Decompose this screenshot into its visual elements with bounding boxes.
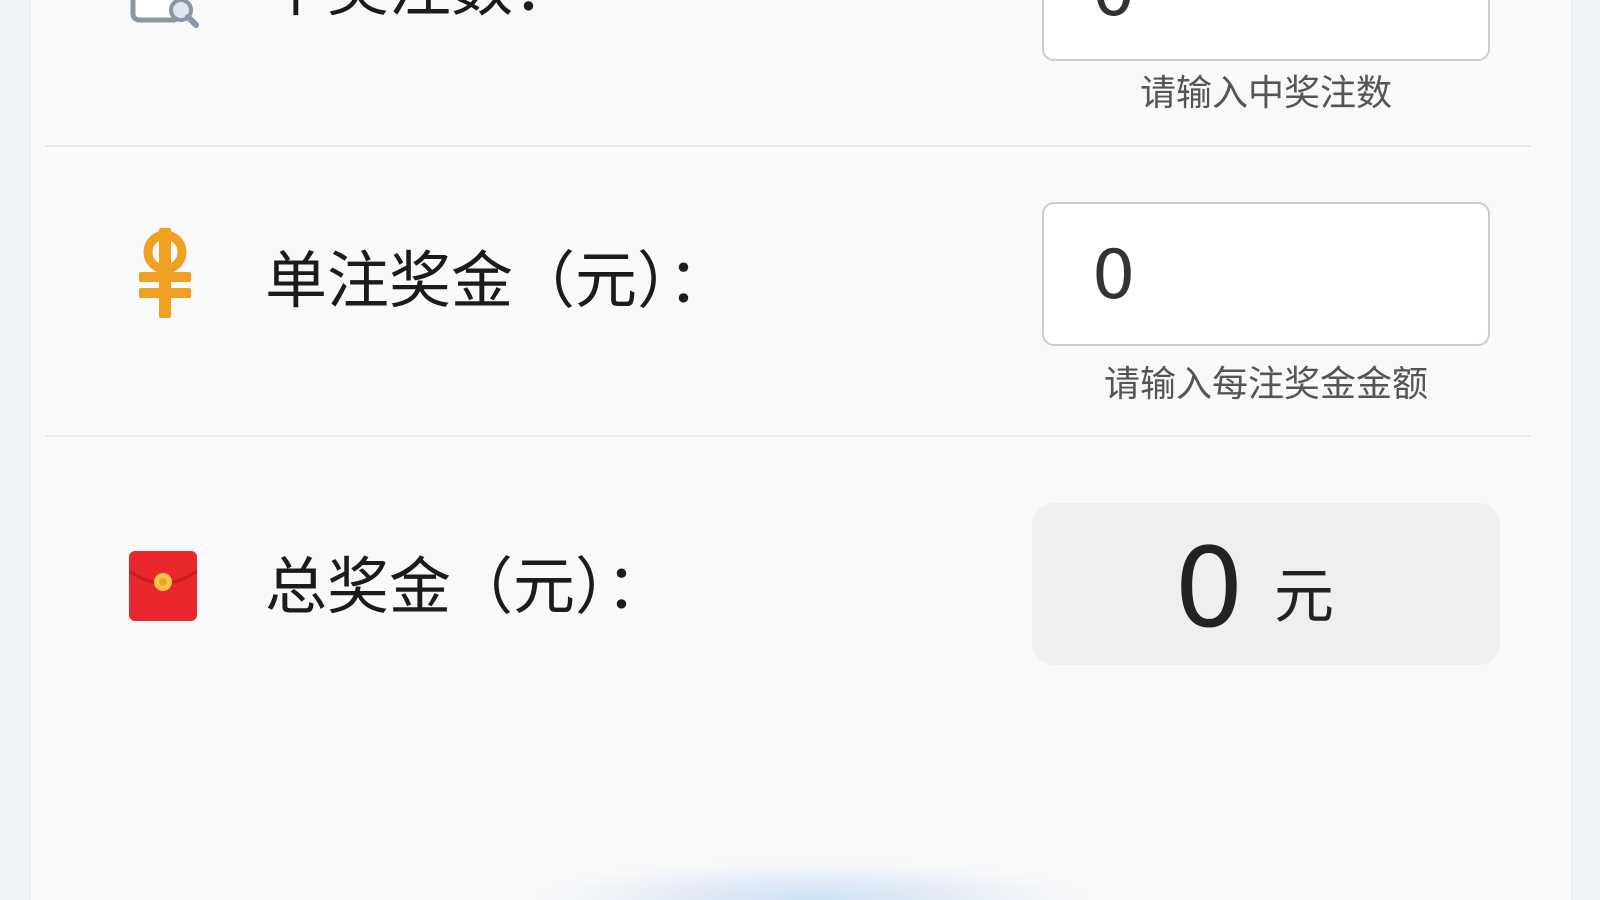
prize-per-ticket-label: 单注奖金（元）： <box>265 244 731 317</box>
winning-count-value[interactable]: 0 <box>1092 0 1135 27</box>
divider-1 <box>45 145 1531 147</box>
prize-per-ticket-input[interactable]: 0 <box>1042 202 1490 346</box>
yuan-icon <box>129 228 201 318</box>
winning-count-input[interactable]: 0 <box>1042 0 1490 61</box>
magnifier-document-icon <box>129 0 201 32</box>
red-envelope-icon <box>128 551 201 623</box>
divider-2 <box>45 435 1531 437</box>
bottom-glow <box>531 860 1091 900</box>
winning-count-hint: 请输入中奖注数 <box>1139 73 1392 114</box>
total-prize-label: 总奖金（元）： <box>265 550 669 623</box>
prize-per-ticket-value[interactable]: 0 <box>1092 242 1135 310</box>
total-prize-display: 0 元 <box>1032 503 1500 665</box>
total-prize-value: 0 <box>1174 524 1244 652</box>
total-prize-unit: 元 <box>1274 562 1334 632</box>
calculator-card: 中奖注数： 0 请输入中奖注数 单注奖金（元）： 0 请输入每注奖金金额 <box>30 0 1572 900</box>
winning-count-label: 中奖注数： <box>265 0 575 20</box>
prize-per-ticket-hint: 请输入每注奖金金额 <box>1103 364 1428 405</box>
